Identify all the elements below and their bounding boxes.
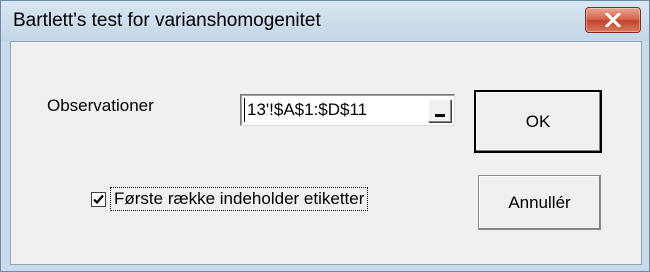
observations-input[interactable] bbox=[244, 98, 424, 122]
first-row-labels-label[interactable]: Første række indeholder etiketter bbox=[110, 187, 369, 211]
close-icon bbox=[605, 13, 621, 27]
close-button[interactable] bbox=[585, 7, 641, 33]
observations-range-field[interactable] bbox=[240, 94, 455, 126]
ok-button[interactable]: OK bbox=[474, 90, 602, 153]
dialog-window: Bartlett's test for varianshomogenitet O… bbox=[0, 0, 650, 272]
cancel-button[interactable]: Annullér bbox=[478, 175, 601, 230]
collapse-dialog-icon bbox=[435, 114, 445, 117]
collapse-dialog-button[interactable] bbox=[428, 99, 451, 122]
dialog-client-area: Observationer Første række indeholder et… bbox=[10, 41, 642, 265]
checkmark-icon bbox=[93, 194, 104, 205]
first-row-labels-checkbox[interactable] bbox=[91, 192, 106, 207]
window-title: Bartlett's test for varianshomogenitet bbox=[13, 10, 321, 31]
observations-label: Observationer bbox=[47, 96, 154, 115]
title-bar[interactable]: Bartlett's test for varianshomogenitet bbox=[1, 1, 649, 41]
